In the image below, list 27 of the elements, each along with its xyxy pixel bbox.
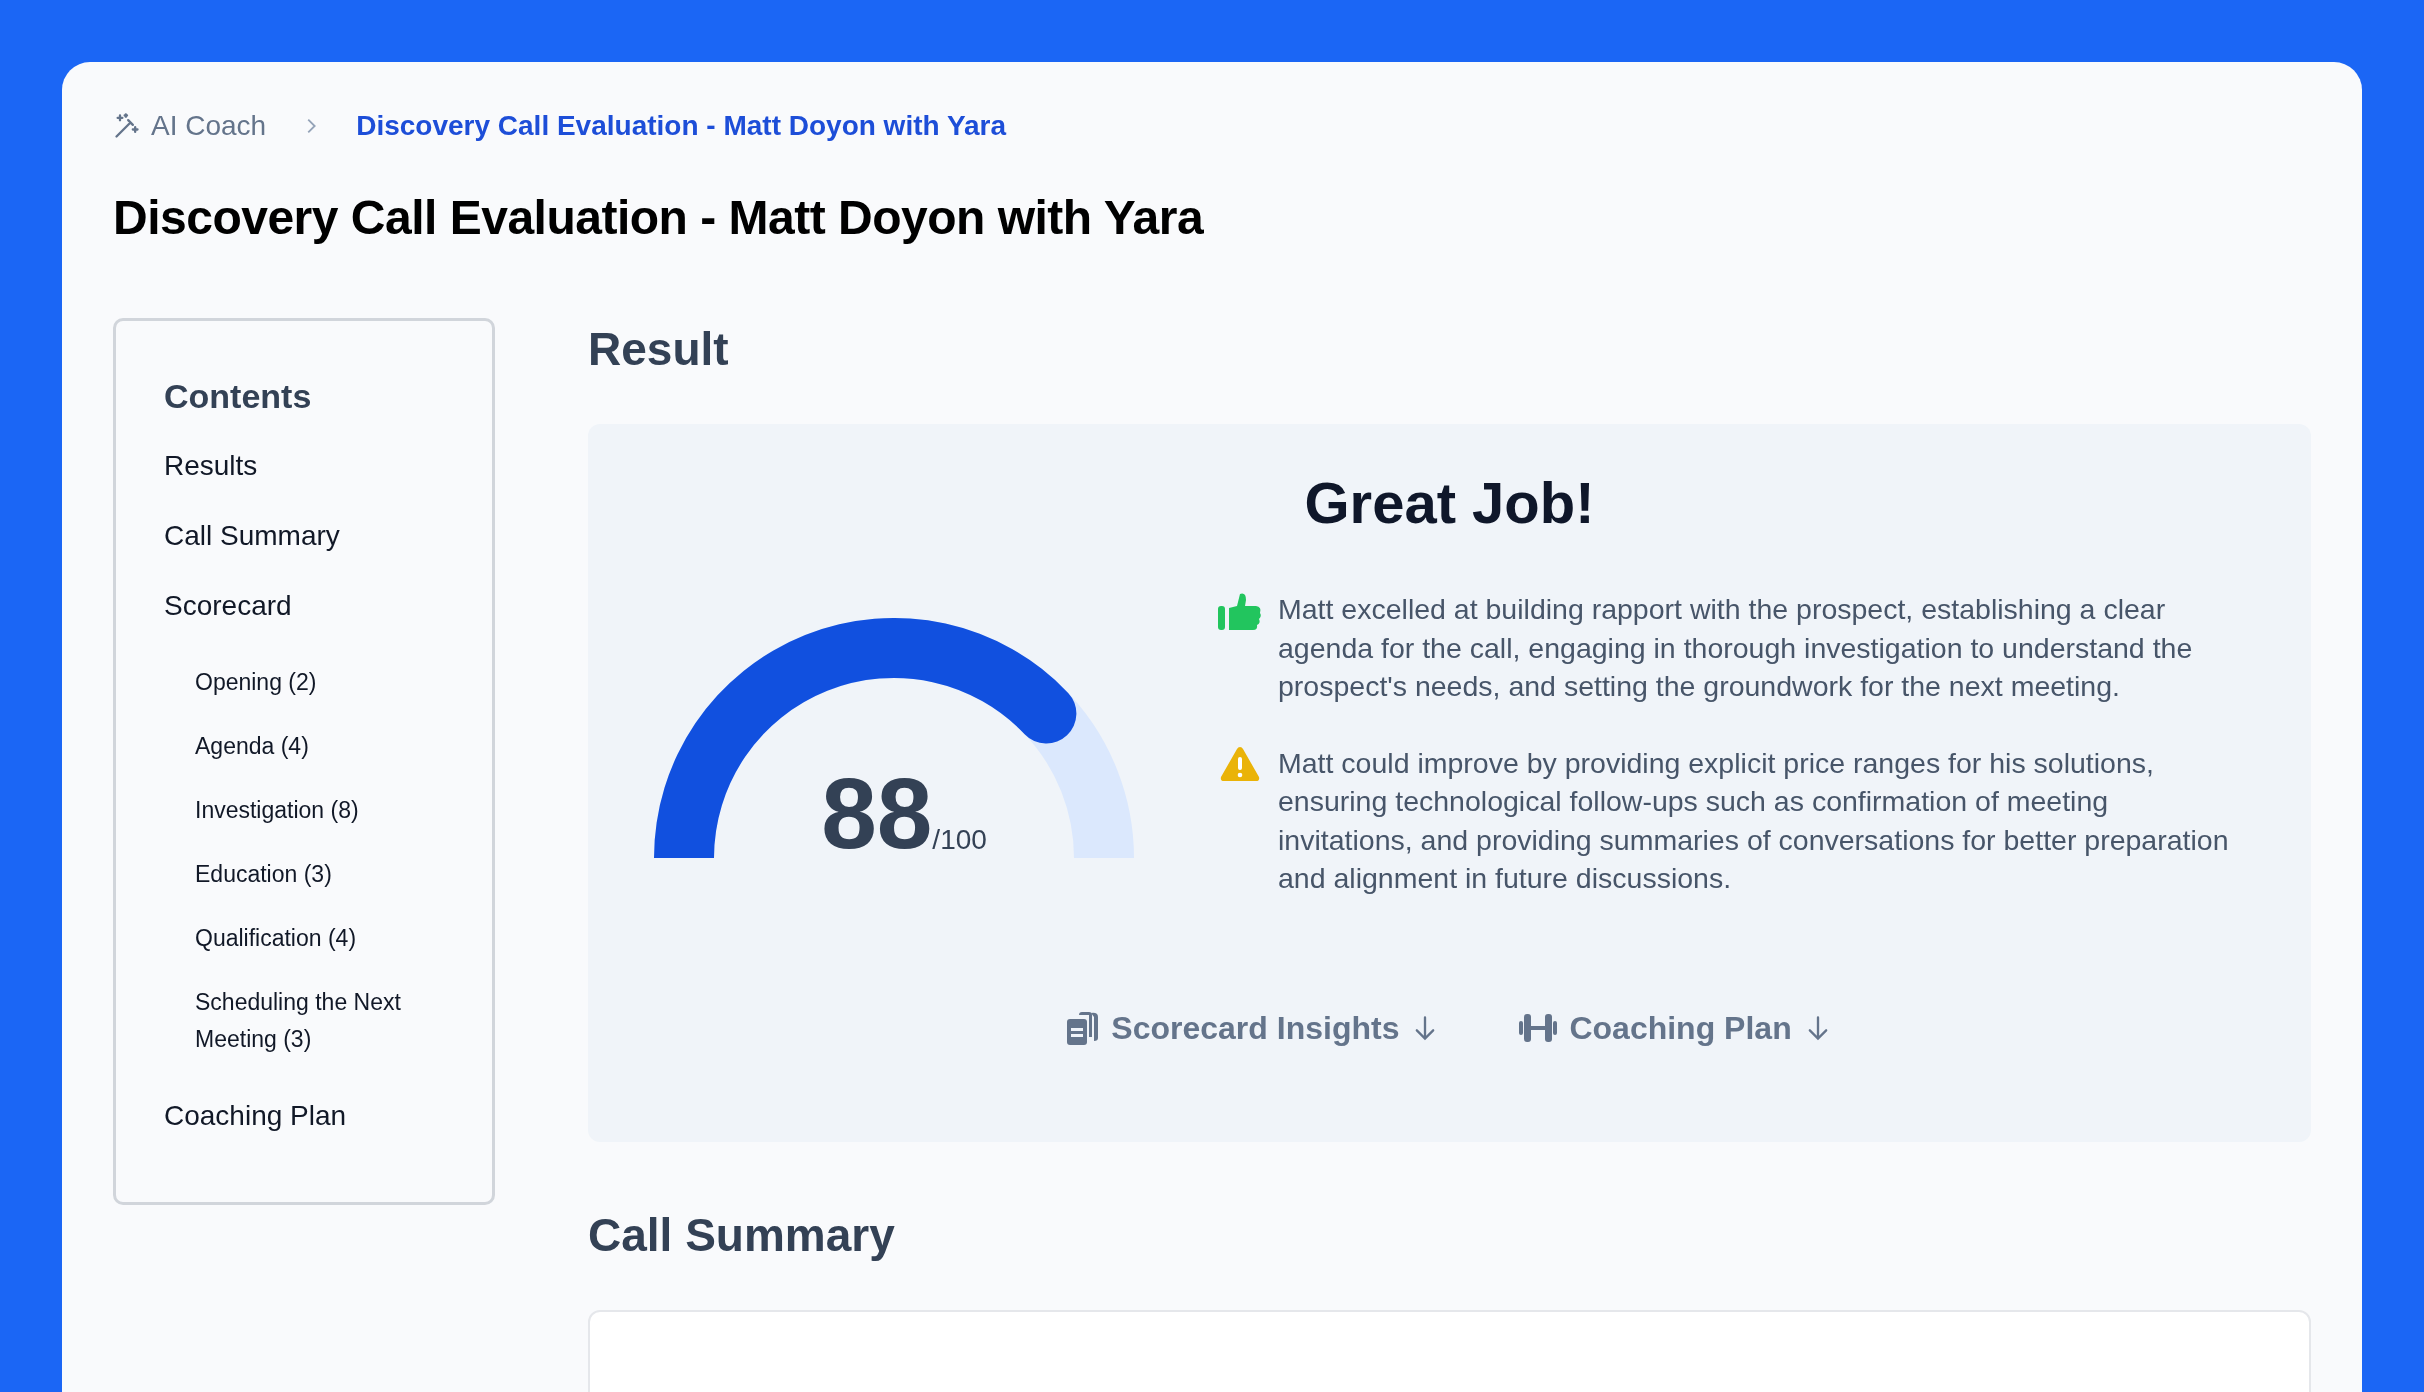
contents-subitem[interactable]: Scheduling the Next Meeting (3) xyxy=(195,984,472,1058)
contents-subitem[interactable]: Qualification (4) xyxy=(195,920,472,957)
thumbs-up-icon xyxy=(1218,592,1262,632)
contents-heading: Contents xyxy=(164,376,313,417)
contents-item[interactable]: Results xyxy=(164,450,472,482)
section-link[interactable]: Scorecard Insights xyxy=(1067,1004,1440,1052)
warning-icon xyxy=(1220,745,1260,782)
feedback-text: Matt excelled at building rapport with the prospect, establishing a clear agenda for the call, engaging in thorough investigation to understand the prospect's needs, and setting the groundwork for the next meeting. xyxy=(1278,592,2194,704)
score-value: 88 xyxy=(821,763,933,863)
contents-subitem[interactable]: Education (3) xyxy=(195,856,472,893)
feedback-text: Matt could improve by providing explicit price ranges for his solutions, ensuring technological follow-ups such as confirmation of meeting invitations, and providing summaries of conversations for better preparation and alignment in future discussions. xyxy=(1278,745,2230,896)
dumbbell-icon xyxy=(1519,1013,1558,1043)
magic-wand-icon xyxy=(113,112,141,140)
contents-item[interactable]: Call Summary xyxy=(164,520,472,552)
contents-item[interactable]: Coaching Plan xyxy=(164,1100,472,1132)
contents-subitem[interactable]: Agenda (4) xyxy=(195,728,472,765)
documents-icon xyxy=(1067,1011,1100,1045)
contents-subitem[interactable]: Investigation (8) xyxy=(195,792,472,829)
page-title: Discovery Call Evaluation - Matt Doyon with Yara xyxy=(113,190,1205,246)
result-heading: Result xyxy=(588,326,730,372)
breadcrumb-link[interactable]: AI Coach xyxy=(151,105,267,147)
result-headline: Great Job! xyxy=(1304,474,1595,532)
contents-subitem[interactable]: Opening (2) xyxy=(195,664,472,701)
breadcrumb-current: Discovery Call Evaluation - Matt Doyon with Yara xyxy=(356,109,1007,143)
section-link[interactable]: Coaching Plan xyxy=(1519,1004,1832,1052)
contents-item[interactable]: Scorecard xyxy=(164,590,472,622)
score-max: /100 xyxy=(932,824,987,857)
